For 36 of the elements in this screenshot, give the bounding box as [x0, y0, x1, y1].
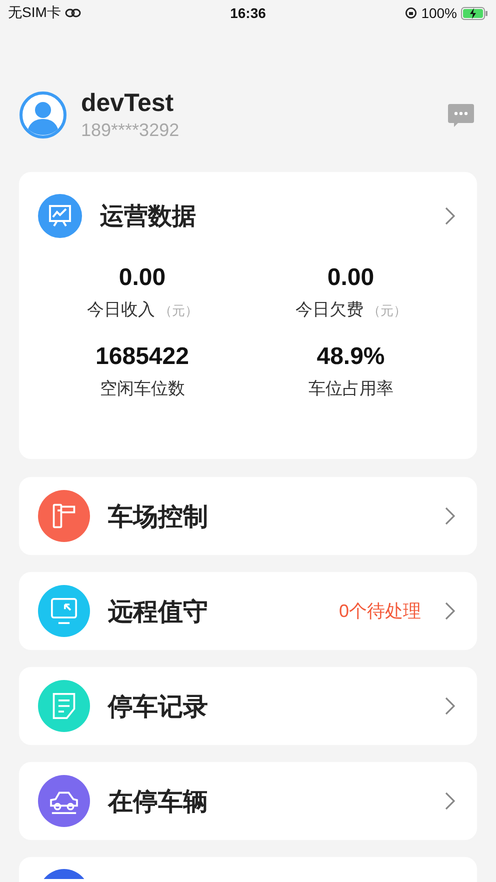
stat-unit: （元）: [158, 302, 198, 320]
stat-label: 今日收入: [86, 299, 155, 321]
status-time: 16:36: [230, 5, 266, 21]
link-icon: [64, 8, 81, 18]
chevron-icon: [445, 207, 455, 225]
menu-card[interactable]: 停车记录: [19, 667, 477, 745]
stat-unit: （元）: [367, 302, 406, 320]
stat-label: 今日欠费: [295, 299, 364, 321]
user-name: devTest: [81, 89, 175, 118]
battery-charging-icon: [461, 6, 488, 20]
stat-value: 0.00: [118, 264, 166, 292]
avatar-icon: [19, 91, 67, 139]
presentation-chart-icon: [38, 194, 82, 238]
stat-label: 空闲车位数: [100, 378, 185, 400]
battery-percent: 100%: [421, 5, 457, 21]
pending-count: 0个待处理: [338, 600, 421, 623]
chevron-icon: [445, 697, 455, 715]
stat-label: 车位占用率: [308, 378, 394, 400]
operations-card[interactable]: 运营数据 0.00 今日收入 （元） 0.00 今日欠费 （元） 1685422 空闲车位数 48.9% 车位占用率: [19, 172, 477, 459]
chevron-icon: [445, 507, 455, 525]
menu-card[interactable]: 在停车辆: [19, 762, 477, 840]
menu-label: 停车记录: [108, 692, 209, 722]
phone-number: 189****3292: [81, 120, 180, 141]
menu-card[interactable]: 远程值守 0个待处理: [19, 572, 477, 650]
menu-card[interactable]: 车场控制: [19, 477, 477, 555]
menu-label: 远程值守: [108, 596, 209, 628]
rotation-lock-icon: [405, 7, 418, 19]
menu-label: 车场控制: [108, 502, 209, 532]
stat-value: 1685422: [96, 343, 189, 371]
stat-value: 48.9%: [316, 343, 385, 371]
chevron-icon: [445, 792, 455, 810]
menu-label: 在停车辆: [108, 786, 209, 818]
operations-title: 运营数据: [100, 202, 197, 232]
chevron-icon: [445, 602, 455, 620]
stat-value: 0.00: [327, 264, 374, 292]
carrier-text: 无SIM卡: [8, 4, 61, 22]
